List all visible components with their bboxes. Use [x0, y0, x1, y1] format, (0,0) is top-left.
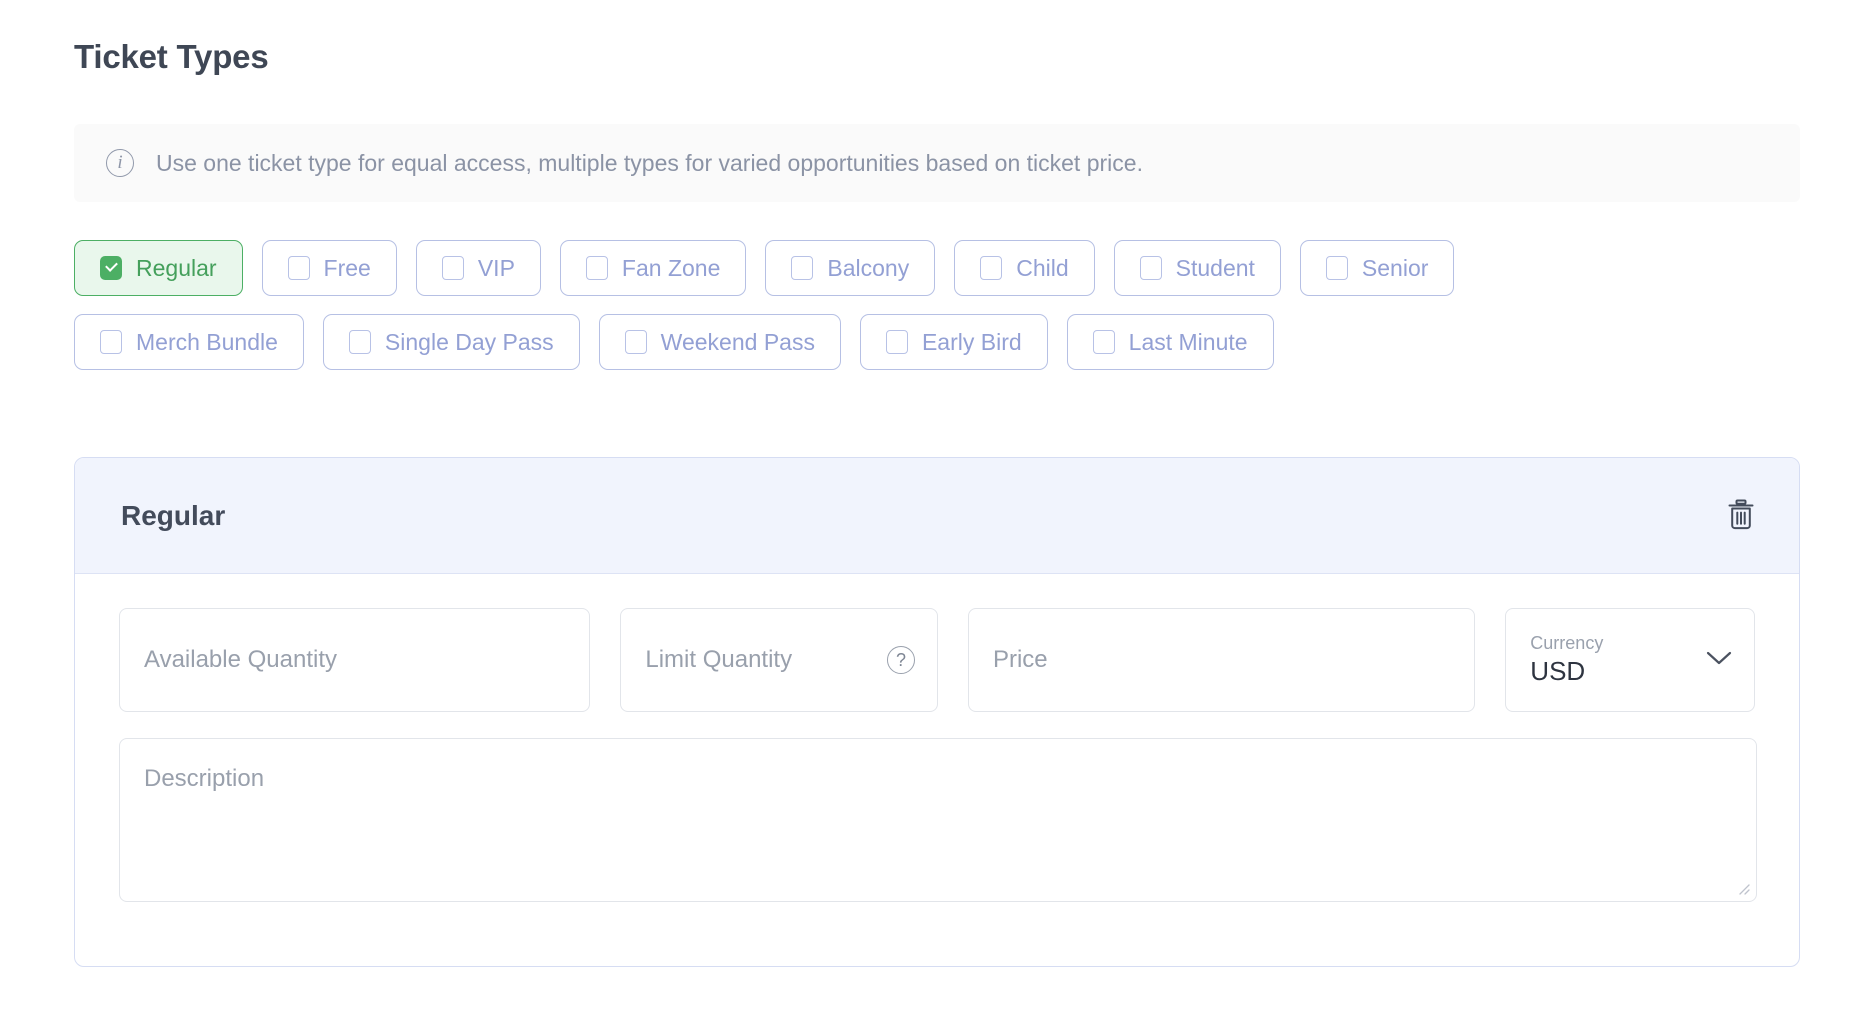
ticket-type-chip-student[interactable]: Student	[1113, 240, 1281, 296]
ticket-type-chip-early-bird[interactable]: Early Bird	[859, 314, 1048, 370]
ticket-type-chip-child[interactable]: Child	[954, 240, 1095, 296]
ticket-type-chip-label: Merch Bundle	[136, 328, 278, 355]
delete-ticket-type-button[interactable]	[1719, 494, 1763, 538]
checkbox-unchecked-icon	[624, 330, 647, 354]
checkbox-unchecked-icon	[1092, 330, 1115, 354]
checkbox-unchecked-icon	[1139, 256, 1162, 280]
trash-icon	[1726, 498, 1756, 533]
available-quantity-placeholder: Available Quantity	[144, 646, 338, 673]
ticket-type-chip-row: Merch Bundle Single Day Pass Weekend Pass E…	[74, 314, 1814, 370]
ticket-type-chip-group: Regular Free VIP Fan Zone Balcony Child Studen…	[74, 240, 1814, 388]
page-title: Ticket Types	[74, 38, 269, 75]
checkbox-unchecked-icon	[441, 256, 464, 280]
ticket-type-chip-label: Child	[1016, 254, 1069, 281]
detail-panel-body: Available Quantity Limit Quantity ? Pric…	[75, 574, 1799, 902]
info-banner-text: Use one ticket type for equal access, mu…	[156, 149, 1143, 176]
ticket-type-chip-label: Last Minute	[1128, 328, 1248, 355]
ticket-type-chip-label: Fan Zone	[621, 254, 721, 281]
ticket-type-chip-balcony[interactable]: Balcony	[765, 240, 936, 296]
price-placeholder: Price	[992, 646, 1048, 673]
ticket-type-chip-weekend-pass[interactable]: Weekend Pass	[598, 314, 841, 370]
ticket-type-chip-label: Free	[323, 254, 371, 281]
limit-quantity-input[interactable]: Limit Quantity ?	[620, 608, 938, 712]
ticket-type-chip-label: Student	[1175, 254, 1255, 281]
checkbox-unchecked-icon	[1325, 256, 1348, 280]
checkbox-unchecked-icon	[287, 256, 310, 280]
checkbox-unchecked-icon	[885, 330, 908, 354]
currency-select-value: USD	[1530, 656, 1586, 687]
ticket-type-chip-merch-bundle[interactable]: Merch Bundle	[74, 314, 304, 370]
checkbox-unchecked-icon	[791, 256, 814, 280]
ticket-type-chip-label: Single Day Pass	[384, 328, 554, 355]
ticket-type-detail-panel: Regular Available Quantity Limit Quantit…	[74, 457, 1800, 967]
quantity-price-field-row: Available Quantity Limit Quantity ? Pric…	[119, 608, 1755, 712]
ticket-type-chip-row: Regular Free VIP Fan Zone Balcony Child Studen…	[74, 240, 1814, 296]
ticket-type-chip-fan-zone[interactable]: Fan Zone	[559, 240, 747, 296]
ticket-type-chip-free[interactable]: Free	[261, 240, 397, 296]
description-textarea[interactable]: Description	[119, 738, 1757, 902]
checkbox-unchecked-icon	[348, 330, 371, 354]
checkbox-unchecked-icon	[585, 256, 608, 280]
ticket-type-chip-label: Weekend Pass	[660, 328, 815, 355]
question-circle-icon[interactable]: ?	[886, 646, 915, 674]
checkbox-unchecked-icon	[980, 256, 1003, 280]
available-quantity-input[interactable]: Available Quantity	[119, 608, 591, 712]
ticket-type-chip-label: Regular	[136, 254, 217, 281]
ticket-type-chip-label: VIP	[477, 254, 515, 281]
detail-panel-title: Regular	[121, 499, 226, 531]
ticket-type-chip-vip[interactable]: VIP	[415, 240, 541, 296]
detail-panel-header: Regular	[75, 458, 1799, 574]
ticket-type-chip-label: Early Bird	[921, 328, 1022, 355]
ticket-type-chip-single-day-pass[interactable]: Single Day Pass	[322, 314, 580, 370]
ticket-type-chip-senior[interactable]: Senior	[1299, 240, 1455, 296]
ticket-type-chip-last-minute[interactable]: Last Minute	[1066, 314, 1274, 370]
limit-quantity-placeholder: Limit Quantity	[645, 646, 793, 673]
ticket-type-chip-label: Balcony	[827, 254, 910, 281]
checkbox-checked-icon	[100, 256, 122, 280]
currency-select-text: Currency USD	[1530, 632, 1603, 688]
ticket-type-chip-regular[interactable]: Regular	[74, 240, 243, 296]
info-circle-icon: i	[106, 149, 134, 177]
currency-select-label: Currency	[1530, 633, 1604, 654]
info-banner: i Use one ticket type for equal access, …	[74, 124, 1800, 202]
chevron-down-icon	[1706, 650, 1732, 671]
description-placeholder: Description	[144, 765, 265, 792]
price-input[interactable]: Price	[967, 608, 1476, 712]
checkbox-unchecked-icon	[100, 330, 122, 354]
textarea-resize-handle[interactable]	[1735, 880, 1751, 896]
currency-select[interactable]: Currency USD	[1505, 608, 1755, 712]
ticket-type-chip-label: Senior	[1361, 254, 1429, 281]
ticket-types-page: Ticket Types i Use one ticket type for e…	[0, 0, 1874, 1024]
